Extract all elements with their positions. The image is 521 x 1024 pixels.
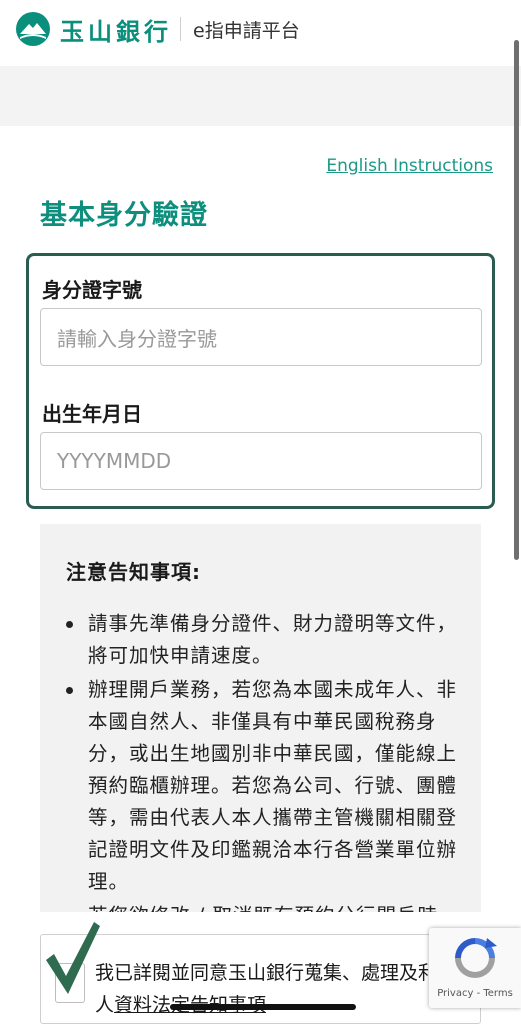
id-number-label: 身分證字號 [42,278,142,302]
notice-panel[interactable]: 注意告知事項: 請事先準備身分證件、財力證明等文件，將可加快申請速度。 辦理開戶… [40,524,481,912]
checkmark-icon [46,922,100,994]
bank-name: 玉山銀行 [60,17,172,46]
home-indicator [170,1004,356,1010]
header-band [0,66,521,126]
notice-item: 若您欲修改 / 取消既有預約分行開戶時 [66,900,458,912]
scrollbar[interactable] [514,40,519,560]
notice-item: 辦理開戶業務，若您為本國未成年人、非本國自然人、非僅具有中華民國稅務身分，或出生… [66,674,458,898]
recaptcha-privacy-terms[interactable]: Privacy - Terms [429,988,521,999]
page-title: 基本身分驗證 [40,200,208,231]
recaptcha-icon [455,938,497,978]
id-number-input[interactable]: 請輸入身分證字號 [40,308,482,366]
notice-list: 請事先準備身分證件、財力證明等文件，將可加快申請速度。 辦理開戶業務，若您為本國… [66,608,458,912]
platform-name: e指申請平台 [193,19,300,42]
header-divider [180,17,181,41]
english-instructions-link[interactable]: English Instructions [326,156,493,176]
agreement-box: 我已詳閱並同意玉山銀行蒐集、處理及利用個人資料法定告知事項 [40,934,481,1024]
birth-date-label: 出生年月日 [42,402,142,426]
agreement-text: 我已詳閱並同意玉山銀行蒐集、處理及利用個人資料法定告知事項 [95,957,475,1021]
recaptcha-badge[interactable]: Privacy - Terms [429,928,521,1008]
app-header: 玉山銀行 e指申請平台 [0,0,521,58]
id-number-placeholder: 請輸入身分證字號 [57,326,217,351]
notice-title: 注意告知事項: [66,560,201,584]
birth-date-placeholder: YYYYMMDD [57,449,172,473]
esun-logo-icon [16,12,50,46]
notice-item: 請事先準備身分證件、財力證明等文件，將可加快申請速度。 [66,608,458,672]
birth-date-input[interactable]: YYYYMMDD [40,432,482,490]
identity-form: 身分證字號 請輸入身分證字號 出生年月日 YYYYMMDD [26,253,495,509]
